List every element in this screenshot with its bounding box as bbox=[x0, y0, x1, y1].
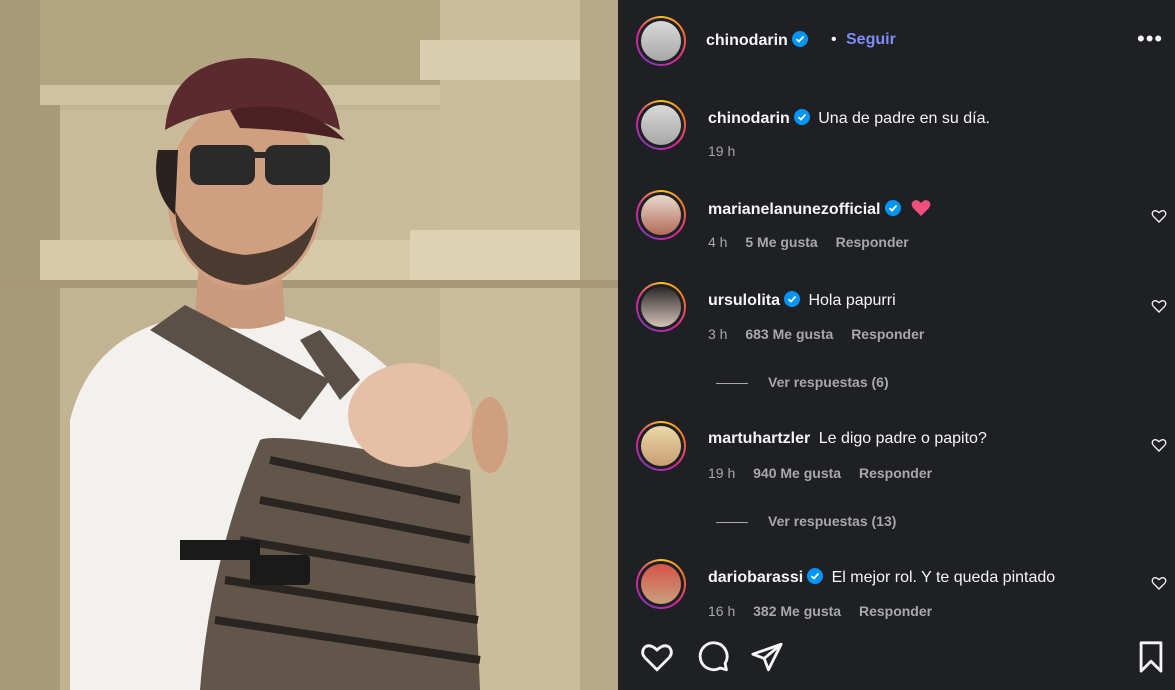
reply-button[interactable]: Responder bbox=[859, 603, 932, 619]
author-avatar[interactable] bbox=[636, 16, 686, 66]
post-header: chinodarin • Seguir ••• bbox=[618, 0, 1175, 82]
reply-button[interactable]: Responder bbox=[859, 465, 932, 481]
author-username-text[interactable]: chinodarin bbox=[706, 32, 788, 49]
post-actions-bar bbox=[618, 630, 1175, 690]
caption-text-line: chinodarin Una de padre en su día. bbox=[708, 109, 990, 128]
caption-time[interactable]: 19 h bbox=[708, 143, 735, 159]
comment-text: Le digo padre o papito? bbox=[818, 430, 987, 447]
post-modal: chinodarin • Seguir ••• chinodarin Una d… bbox=[0, 0, 1175, 690]
verified-icon bbox=[793, 109, 810, 125]
comment-text-line: dariobarassi El mejor rol. Y te queda pi… bbox=[708, 568, 1055, 587]
comment-item: ursulolita Hola papurri 3 h 683 Me gusta… bbox=[618, 280, 1175, 390]
comment-time[interactable]: 4 h bbox=[708, 234, 727, 250]
verified-icon bbox=[807, 568, 824, 584]
comment-time[interactable]: 19 h bbox=[708, 465, 735, 481]
replies-divider bbox=[716, 382, 748, 384]
share-icon[interactable] bbox=[750, 640, 784, 674]
comment-time[interactable]: 16 h bbox=[708, 603, 735, 619]
follow-button[interactable]: Seguir bbox=[846, 31, 896, 49]
comment-meta: 3 h 683 Me gusta Responder bbox=[708, 326, 938, 342]
comment-item: dariobarassi El mejor rol. Y te queda pi… bbox=[618, 557, 1175, 627]
comment-avatar[interactable] bbox=[636, 559, 686, 609]
comment-likes[interactable]: 683 Me gusta bbox=[745, 326, 833, 342]
comment-avatar[interactable] bbox=[636, 190, 686, 240]
comment-item: martuhartzler Le digo padre o papito? 19… bbox=[618, 419, 1175, 529]
comment-avatar[interactable] bbox=[636, 282, 686, 332]
caption-meta: 19 h bbox=[708, 143, 749, 159]
comment-item: marianelanunezofficial 4 h 5 Me gusta Re… bbox=[618, 188, 1175, 268]
replies-divider bbox=[716, 521, 748, 523]
comment-text-line: martuhartzler Le digo padre o papito? bbox=[708, 430, 987, 448]
reply-button[interactable]: Responder bbox=[851, 326, 924, 342]
comment-avatar[interactable] bbox=[636, 421, 686, 471]
comment-likes[interactable]: 940 Me gusta bbox=[753, 465, 841, 481]
comment-meta: 19 h 940 Me gusta Responder bbox=[708, 465, 946, 481]
like-comment-heart-icon[interactable] bbox=[1151, 208, 1167, 224]
photo-illustration bbox=[0, 0, 618, 690]
comment-username[interactable]: marianelanunezofficial bbox=[708, 201, 881, 218]
comment-text: El mejor rol. Y te queda pintado bbox=[831, 569, 1056, 586]
comment-text-line: ursulolita Hola papurri bbox=[708, 291, 896, 310]
comment-text-line: marianelanunezofficial bbox=[708, 199, 931, 219]
like-comment-heart-icon[interactable] bbox=[1151, 437, 1167, 453]
post-photo[interactable] bbox=[0, 0, 618, 690]
reply-button[interactable]: Responder bbox=[836, 234, 909, 250]
comment-meta: 16 h 382 Me gusta Responder bbox=[708, 603, 946, 619]
comment-icon[interactable] bbox=[696, 640, 730, 674]
caption: chinodarin Una de padre en su día. 19 h bbox=[618, 98, 1175, 178]
bookmark-icon[interactable] bbox=[1134, 640, 1168, 674]
view-replies-label[interactable]: Ver respuestas (6) bbox=[768, 374, 889, 390]
verified-icon bbox=[791, 31, 808, 47]
verified-icon bbox=[884, 200, 901, 216]
caption-avatar[interactable] bbox=[636, 100, 686, 150]
comment-likes[interactable]: 382 Me gusta bbox=[753, 603, 841, 619]
comment-username[interactable]: martuhartzler bbox=[708, 430, 810, 447]
comment-time[interactable]: 3 h bbox=[708, 326, 727, 342]
view-replies-button[interactable]: Ver respuestas (13) bbox=[716, 513, 896, 529]
view-replies-button[interactable]: Ver respuestas (6) bbox=[716, 374, 889, 390]
separator-dot: • bbox=[831, 31, 837, 48]
view-replies-label[interactable]: Ver respuestas (13) bbox=[768, 513, 896, 529]
verified-icon bbox=[784, 291, 801, 307]
caption-username[interactable]: chinodarin bbox=[708, 110, 790, 127]
comment-username[interactable]: ursulolita bbox=[708, 292, 780, 309]
heart-icon[interactable] bbox=[640, 640, 674, 674]
more-options-icon[interactable]: ••• bbox=[1137, 26, 1163, 52]
comment-username[interactable]: dariobarassi bbox=[708, 569, 803, 586]
heart-emoji-icon bbox=[911, 200, 931, 216]
comment-text: Hola papurri bbox=[808, 292, 896, 309]
post-side-panel: chinodarin • Seguir ••• chinodarin Una d… bbox=[618, 0, 1175, 690]
comment-meta: 4 h 5 Me gusta Responder bbox=[708, 234, 923, 250]
like-comment-heart-icon[interactable] bbox=[1151, 298, 1167, 314]
caption-text: Una de padre en su día. bbox=[818, 110, 990, 127]
comment-likes[interactable]: 5 Me gusta bbox=[745, 234, 817, 250]
like-comment-heart-icon[interactable] bbox=[1151, 575, 1167, 591]
author-username[interactable]: chinodarin bbox=[706, 31, 808, 50]
